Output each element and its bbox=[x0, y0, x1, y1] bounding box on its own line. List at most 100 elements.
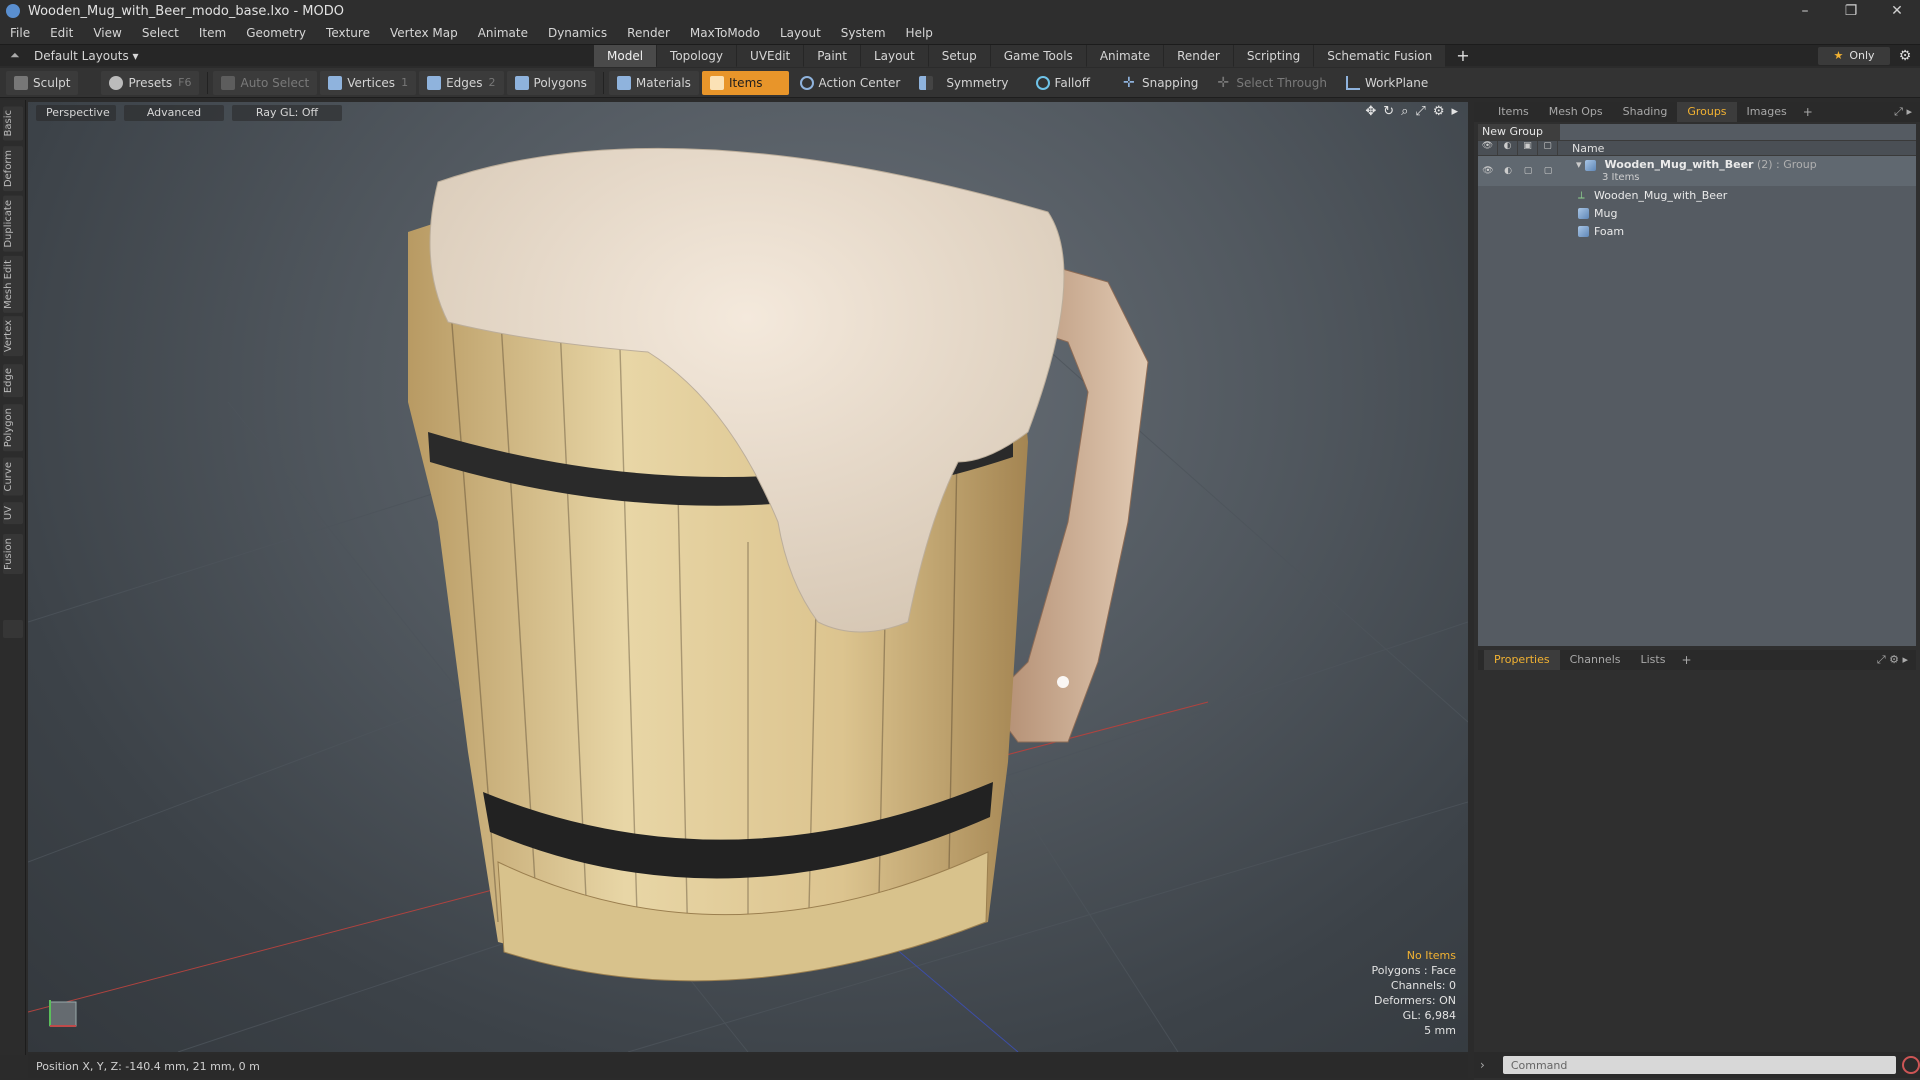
fit-icon[interactable]: ⤢ bbox=[1415, 104, 1425, 119]
menu-dynamics[interactable]: Dynamics bbox=[538, 26, 617, 40]
workplane-button[interactable]: WorkPlane bbox=[1338, 71, 1436, 95]
auto-select-button[interactable]: Auto Select bbox=[213, 70, 318, 95]
tab-render[interactable]: Render bbox=[1164, 44, 1233, 67]
add-panel-tab-icon[interactable]: + bbox=[1797, 105, 1819, 119]
tab-paint[interactable]: Paint bbox=[804, 44, 860, 67]
render-header-icon[interactable]: ◐ bbox=[1498, 141, 1518, 155]
list-item[interactable]: Foam bbox=[1478, 222, 1916, 240]
command-input[interactable] bbox=[1502, 1056, 1897, 1074]
vtab-uv[interactable]: UV bbox=[3, 502, 23, 525]
menu-layout[interactable]: Layout bbox=[770, 26, 831, 40]
viewport-settings-icon[interactable]: ⚙ bbox=[1433, 104, 1445, 119]
vtab-duplicate[interactable]: Duplicate bbox=[3, 196, 23, 252]
list-item[interactable]: Mug bbox=[1478, 204, 1916, 222]
vtab-basic[interactable]: Basic bbox=[3, 106, 23, 141]
layout-collapse-icon[interactable]: ⏶ bbox=[10, 48, 24, 63]
expand-arrow-icon[interactable]: ▸ bbox=[1451, 104, 1458, 119]
panel-toggle-icon[interactable] bbox=[3, 620, 23, 638]
pan-icon[interactable]: ✥ bbox=[1365, 104, 1376, 119]
view-type-dropdown[interactable]: Perspective bbox=[36, 105, 116, 121]
menu-view[interactable]: View bbox=[83, 26, 131, 40]
vertices-button[interactable]: Vertices 1 bbox=[320, 70, 417, 95]
tab-topology[interactable]: Topology bbox=[657, 44, 737, 67]
action-center-button[interactable]: Action Center bbox=[792, 71, 909, 95]
symmetry-button[interactable]: Symmetry bbox=[911, 71, 1016, 95]
select-through-button[interactable]: ✛ Select Through bbox=[1209, 71, 1335, 95]
vtab-curve[interactable]: Curve bbox=[3, 458, 23, 496]
menu-help[interactable]: Help bbox=[896, 26, 943, 40]
tab-properties[interactable]: Properties bbox=[1484, 650, 1560, 670]
command-run-icon[interactable] bbox=[1902, 1056, 1920, 1074]
menu-texture[interactable]: Texture bbox=[316, 26, 380, 40]
tab-mesh-ops[interactable]: Mesh Ops bbox=[1539, 102, 1613, 122]
falloff-button[interactable]: Falloff bbox=[1028, 71, 1098, 95]
tab-game-tools[interactable]: Game Tools bbox=[990, 44, 1086, 67]
expand-arrow-icon[interactable]: ▾ bbox=[1576, 158, 1585, 171]
tab-model[interactable]: Model bbox=[594, 44, 657, 67]
menu-animate[interactable]: Animate bbox=[468, 26, 538, 40]
lock-toggle-icon[interactable]: ▢ bbox=[1518, 166, 1538, 176]
vtab-deform[interactable]: Deform bbox=[3, 146, 23, 192]
layout-dropdown[interactable]: Default Layouts ▾ bbox=[34, 49, 594, 63]
tab-schematic-fusion[interactable]: Schematic Fusion bbox=[1314, 44, 1446, 67]
tab-channels[interactable]: Channels bbox=[1560, 650, 1631, 670]
vtab-vertex[interactable]: Vertex bbox=[3, 316, 23, 357]
zoom-icon[interactable]: ⌕ bbox=[1401, 104, 1408, 119]
tab-animate[interactable]: Animate bbox=[1086, 44, 1164, 67]
3d-viewport[interactable]: Perspective Advanced Ray GL: Off ✥ ↻ ⌕ ⤢… bbox=[28, 102, 1468, 1052]
only-toggle[interactable]: ★ Only bbox=[1818, 46, 1890, 65]
rotate-icon[interactable]: ↻ bbox=[1383, 104, 1394, 119]
tab-shading[interactable]: Shading bbox=[1613, 102, 1678, 122]
menu-geometry[interactable]: Geometry bbox=[236, 26, 316, 40]
presets-button[interactable]: Presets F6 bbox=[101, 70, 200, 95]
menu-edit[interactable]: Edit bbox=[40, 26, 83, 40]
menu-file[interactable]: File bbox=[0, 26, 40, 40]
menu-item[interactable]: Item bbox=[189, 26, 236, 40]
tab-lists[interactable]: Lists bbox=[1631, 650, 1676, 670]
tab-uvedit[interactable]: UVEdit bbox=[737, 44, 804, 67]
edges-button[interactable]: Edges 2 bbox=[419, 70, 504, 95]
list-item[interactable]: ⟂ Wooden_Mug_with_Beer bbox=[1478, 186, 1916, 204]
tab-setup[interactable]: Setup bbox=[928, 44, 990, 67]
vtab-fusion[interactable]: Fusion bbox=[3, 534, 23, 574]
vtab-polygon[interactable]: Polygon bbox=[3, 404, 23, 452]
menu-vertex-map[interactable]: Vertex Map bbox=[380, 26, 468, 40]
menu-render[interactable]: Render bbox=[617, 26, 680, 40]
tab-groups[interactable]: Groups bbox=[1677, 102, 1737, 122]
workplane-icon bbox=[1345, 75, 1360, 90]
command-history-icon[interactable]: › bbox=[1474, 1058, 1485, 1072]
properties-expand-icon[interactable]: ⤢ ⚙ ▸ bbox=[1877, 653, 1916, 667]
new-group-button[interactable]: New Group bbox=[1478, 124, 1560, 140]
group-row[interactable]: 👁 ◐ ▢ ▢ ▾ Wooden_Mug_with_Beer (2) : Gro… bbox=[1478, 156, 1916, 186]
select-toggle-icon[interactable]: ▢ bbox=[1538, 166, 1558, 176]
close-button[interactable]: ✕ bbox=[1874, 3, 1920, 19]
snapping-button[interactable]: ✛ Snapping bbox=[1115, 71, 1206, 95]
gear-icon[interactable]: ⚙ bbox=[1890, 48, 1920, 64]
sculpt-button[interactable]: Sculpt bbox=[6, 70, 79, 95]
tab-layout[interactable]: Layout bbox=[860, 44, 928, 67]
vtab-edge[interactable]: Edge bbox=[3, 364, 23, 398]
menu-maxtomodo[interactable]: MaxToModo bbox=[680, 26, 770, 40]
shading-style-dropdown[interactable]: Advanced bbox=[124, 105, 224, 121]
add-properties-tab-icon[interactable]: + bbox=[1675, 653, 1697, 667]
group-icon bbox=[1585, 159, 1597, 171]
tab-scripting[interactable]: Scripting bbox=[1233, 44, 1314, 67]
minimize-button[interactable]: – bbox=[1782, 3, 1828, 19]
menu-select[interactable]: Select bbox=[132, 26, 189, 40]
menu-system[interactable]: System bbox=[831, 26, 896, 40]
tab-images[interactable]: Images bbox=[1737, 102, 1797, 122]
tab-items[interactable]: Items bbox=[1488, 102, 1539, 122]
materials-button[interactable]: Materials bbox=[608, 70, 699, 95]
panel-expand-icon[interactable]: ⤢ ▸ bbox=[1894, 105, 1920, 119]
eye-icon[interactable]: 👁 bbox=[1478, 166, 1498, 176]
raygl-toggle[interactable]: Ray GL: Off bbox=[232, 105, 342, 121]
restore-button[interactable]: ❐ bbox=[1828, 3, 1874, 19]
lock-header-icon[interactable]: ▣ bbox=[1518, 141, 1538, 155]
render-toggle-icon[interactable]: ◐ bbox=[1498, 166, 1518, 176]
polygons-button[interactable]: Polygons bbox=[506, 70, 595, 95]
visibility-header-icon[interactable]: 👁 bbox=[1478, 141, 1498, 155]
vtab-mesh-edit[interactable]: Mesh Edit bbox=[3, 256, 23, 313]
items-button[interactable]: Items bbox=[701, 70, 789, 95]
add-tab-icon[interactable]: + bbox=[1446, 45, 1479, 67]
select-header-icon[interactable]: ▢ bbox=[1538, 141, 1558, 155]
